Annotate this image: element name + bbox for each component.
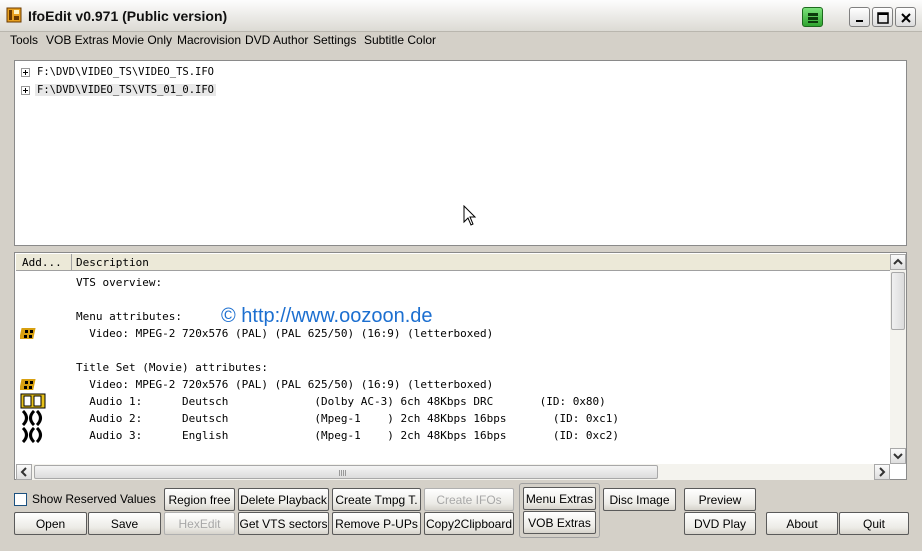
copy2clipboard-button[interactable]: Copy2Clipboard: [424, 512, 514, 535]
list-item[interactable]: Audio 3: English (Mpeg-1 ) 2ch 48Kbps 16…: [76, 429, 619, 442]
disc-image-button[interactable]: Disc Image: [603, 488, 676, 511]
menu-tools[interactable]: Tools: [10, 33, 38, 47]
scroll-left-button[interactable]: [16, 464, 32, 480]
film-icon: [20, 379, 36, 390]
menu-movie-only[interactable]: Movie Only: [112, 33, 172, 47]
about-button[interactable]: About: [766, 512, 838, 535]
stay-on-top-button[interactable]: [802, 7, 823, 27]
list-item[interactable]: Menu attributes:: [76, 310, 182, 323]
show-reserved-checkbox[interactable]: [14, 493, 27, 506]
maximize-icon: [877, 12, 889, 24]
scroll-up-button[interactable]: [890, 254, 906, 270]
expand-icon[interactable]: [21, 67, 30, 77]
hexedit-button[interactable]: HexEdit: [164, 512, 235, 535]
list-item[interactable]: VTS overview:: [76, 276, 162, 289]
preview-button[interactable]: Preview: [684, 488, 756, 511]
scroll-down-button[interactable]: [890, 448, 906, 464]
menu-macrovision[interactable]: Macrovision: [177, 33, 241, 47]
title-bar[interactable]: IfoEdit v0.971 (Public version): [0, 0, 922, 32]
grip-icon: [339, 470, 347, 476]
close-icon: [901, 13, 911, 23]
column-separator[interactable]: [71, 254, 72, 271]
chevron-down-icon: [893, 453, 903, 460]
open-button[interactable]: Open: [14, 512, 87, 535]
get-vts-sectors-button[interactable]: Get VTS sectors: [238, 512, 329, 535]
mpeg-audio-icon: [21, 427, 42, 443]
vob-extras-button[interactable]: VOB Extras: [523, 511, 596, 534]
menu-bar: Tools VOB Extras Movie Only Macrovision …: [0, 32, 922, 48]
app-icon: [6, 7, 22, 23]
minimize-button[interactable]: [849, 7, 870, 27]
minimize-icon: [856, 20, 863, 22]
list-item[interactable]: Video: MPEG-2 720x576 (PAL) (PAL 625/50)…: [76, 327, 493, 340]
list-item[interactable]: Audio 1: Deutsch (Dolby AC-3) 6ch 48Kbps…: [76, 395, 606, 408]
region-free-button[interactable]: Region free: [164, 488, 235, 511]
mpeg-audio-icon: [21, 410, 42, 426]
stack-icon: [808, 13, 818, 23]
show-reserved-label: Show Reserved Values: [32, 492, 156, 506]
close-button[interactable]: [895, 7, 916, 27]
window-title: IfoEdit v0.971 (Public version): [28, 8, 228, 24]
description-list[interactable]: Add... Description VTS overview: Menu at…: [14, 252, 907, 480]
expand-icon[interactable]: [21, 85, 30, 95]
column-header-description[interactable]: Description: [76, 256, 149, 269]
vertical-scroll-thumb[interactable]: [891, 272, 905, 330]
menu-subtitle-color[interactable]: Subtitle Color: [364, 33, 436, 47]
menu-settings[interactable]: Settings: [313, 33, 356, 47]
remove-pups-button[interactable]: Remove P-UPs: [332, 512, 421, 535]
list-item[interactable]: Audio 2: Deutsch (Mpeg-1 ) 2ch 48Kbps 16…: [76, 412, 619, 425]
menu-dvd-author[interactable]: DVD Author: [245, 33, 308, 47]
tree-node-label[interactable]: F:\DVD\VIDEO_TS\VTS_01_0.IFO: [35, 84, 217, 96]
chevron-up-icon: [893, 258, 903, 265]
list-body: VTS overview: Menu attributes: Video: MP…: [16, 272, 890, 464]
tree-node[interactable]: F:\DVD\VIDEO_TS\VTS_01_0.IFO: [21, 82, 217, 98]
list-item[interactable]: Title Set (Movie) attributes:: [76, 361, 268, 374]
tree-node[interactable]: F:\DVD\VIDEO_TS\VIDEO_TS.IFO: [21, 64, 216, 80]
create-ifos-button[interactable]: Create IFOs: [424, 488, 514, 511]
chevron-left-icon: [20, 467, 27, 477]
horizontal-scrollbar[interactable]: [16, 464, 890, 480]
list-item[interactable]: Video: MPEG-2 720x576 (PAL) (PAL 625/50)…: [76, 378, 493, 391]
maximize-button[interactable]: [872, 7, 893, 27]
watermark-url: © http://www.oozoon.de: [221, 305, 433, 327]
delete-playback-button[interactable]: Delete Playback: [238, 488, 329, 511]
horizontal-scroll-thumb[interactable]: [34, 465, 658, 479]
list-header: Add... Description: [16, 254, 890, 271]
create-tmpg-button[interactable]: Create Tmpg T.: [332, 488, 421, 511]
scroll-right-button[interactable]: [874, 464, 890, 480]
save-button[interactable]: Save: [88, 512, 161, 535]
menu-vob-extras[interactable]: VOB Extras: [46, 33, 109, 47]
dolby-icon: [20, 393, 46, 409]
film-icon: [20, 328, 36, 339]
chevron-right-icon: [879, 467, 886, 477]
ifo-tree-view[interactable]: F:\DVD\VIDEO_TS\VIDEO_TS.IFO F:\DVD\VIDE…: [14, 60, 907, 246]
menu-extras-button[interactable]: Menu Extras: [523, 487, 596, 510]
column-header-add[interactable]: Add...: [22, 256, 62, 269]
mouse-cursor-icon: [463, 205, 477, 226]
tree-node-label[interactable]: F:\DVD\VIDEO_TS\VIDEO_TS.IFO: [35, 66, 216, 78]
quit-button[interactable]: Quit: [839, 512, 909, 535]
dvd-play-button[interactable]: DVD Play: [684, 512, 756, 535]
vertical-scrollbar[interactable]: [890, 254, 906, 464]
